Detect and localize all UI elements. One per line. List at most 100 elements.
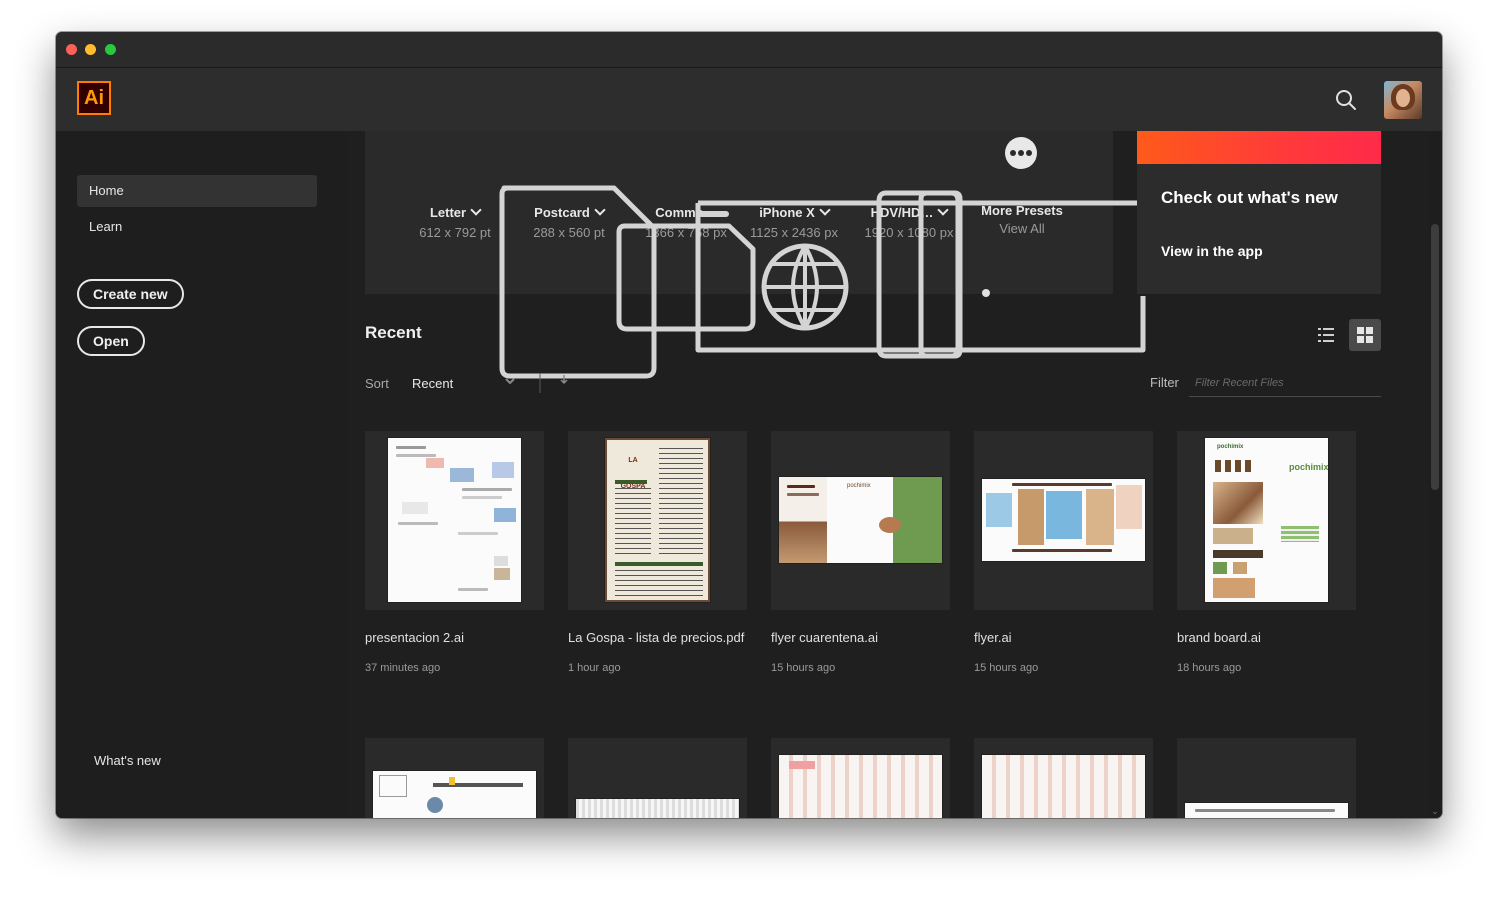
- dot: [1010, 150, 1016, 156]
- thumbnail-page: [388, 438, 521, 602]
- preset-iphone-x[interactable]: iPhone X 1125 x 2436 px: [749, 204, 839, 240]
- preset-common[interactable]: Commo… 1366 x 768 px: [641, 205, 731, 240]
- file-thumbnail: [1177, 738, 1356, 818]
- sidebar-item-home[interactable]: Home: [77, 175, 317, 207]
- preset-size: 1125 x 2436 px: [750, 225, 838, 240]
- window-titlebar: [56, 32, 1442, 68]
- file-name: brand board.ai: [1177, 630, 1261, 645]
- open-button[interactable]: Open: [77, 326, 145, 356]
- file-thumbnail: [771, 738, 950, 818]
- grid-view-icon[interactable]: [1349, 319, 1381, 351]
- dot: [1018, 150, 1024, 156]
- thumbnail-page: LA GOSPA: [605, 438, 710, 602]
- file-time: 15 hours ago: [974, 662, 1039, 674]
- user-avatar[interactable]: [1384, 81, 1422, 119]
- file-name: flyer.ai: [974, 630, 1012, 645]
- dot: [1026, 150, 1032, 156]
- recent-file-card[interactable]: [568, 738, 747, 818]
- sort-label: Sort: [365, 376, 389, 391]
- sort-controls[interactable]: [504, 371, 574, 395]
- illustrator-logo: Ai: [77, 81, 111, 115]
- file-thumbnail: [365, 738, 544, 818]
- sidebar: Home Learn Create new Open What's new: [56, 131, 346, 818]
- more-dots-icon[interactable]: [1005, 137, 1037, 169]
- file-name: presentacion 2.ai: [365, 630, 465, 645]
- file-thumbnail: [365, 431, 544, 610]
- chevron-down-icon: [470, 204, 482, 216]
- file-time: 18 hours ago: [1177, 662, 1242, 674]
- brand-text: pochimix: [1217, 444, 1244, 450]
- chevron-down-icon: [594, 204, 606, 216]
- recent-file-card[interactable]: [1177, 738, 1356, 818]
- file-time: 37 minutes ago: [365, 662, 441, 674]
- sort-direction-icon: [560, 375, 568, 385]
- thumbnail-page: [982, 479, 1145, 561]
- preset-hdv-hd[interactable]: HDV/HD… 1920 x 1080 px: [861, 204, 957, 240]
- recent-heading: Recent: [365, 323, 422, 342]
- create-new-button[interactable]: Create new: [77, 279, 184, 309]
- thumbnail-page: [1185, 803, 1348, 818]
- thumbnail-page: [982, 755, 1145, 818]
- minimize-window-button[interactable]: [85, 44, 96, 55]
- preset-name: iPhone X: [759, 205, 815, 220]
- file-thumbnail: [974, 738, 1153, 818]
- scroll-down-icon[interactable]: ⌄: [1430, 806, 1440, 816]
- whats-new-link[interactable]: What's new: [94, 753, 161, 768]
- search-icon[interactable]: [1334, 88, 1358, 112]
- preset-name: Postcard: [534, 205, 590, 220]
- promo-card: Check out what's new View in the app: [1137, 131, 1381, 294]
- chevron-down-icon: [819, 204, 831, 216]
- file-thumbnail: [974, 431, 1153, 610]
- file-thumbnail: [568, 738, 747, 818]
- sort-dropdown[interactable]: Recent: [412, 376, 453, 391]
- recent-file-card[interactable]: [974, 738, 1153, 818]
- thumbnail-page: [576, 799, 739, 818]
- brand-text: pochimix: [1289, 462, 1328, 472]
- more-presets-title: More Presets: [981, 203, 1063, 218]
- file-thumbnail: pochimix: [771, 431, 950, 610]
- carousel-dot[interactable]: [982, 289, 990, 297]
- vertical-scrollbar[interactable]: ⌄: [1428, 131, 1442, 818]
- scrollbar-thumb[interactable]: [1431, 224, 1439, 490]
- list-view-icon[interactable]: [1312, 321, 1340, 349]
- menu-logo: LA GOSPA: [620, 457, 646, 490]
- view-in-app-link[interactable]: View in the app: [1161, 243, 1263, 259]
- brand-text: pochimix: [847, 483, 871, 489]
- view-all-link[interactable]: View All: [977, 221, 1067, 236]
- filter-input[interactable]: [1189, 369, 1381, 397]
- recent-file-card[interactable]: [771, 738, 950, 818]
- avatar-face: [1396, 89, 1410, 107]
- sidebar-item-learn[interactable]: Learn: [77, 211, 317, 243]
- filter-label: Filter: [1150, 375, 1179, 390]
- preset-size: 1366 x 768 px: [645, 225, 727, 240]
- preset-postcard[interactable]: Postcard 288 x 560 pt: [531, 204, 607, 240]
- app-header: Ai: [56, 68, 1442, 131]
- more-presets[interactable]: More Presets View All: [977, 203, 1067, 236]
- presets-panel: Letter 612 x 792 pt Postcard 288 x 560 p…: [365, 131, 1113, 294]
- preset-name: HDV/HD…: [870, 205, 934, 220]
- preset-name: Commo…: [655, 205, 717, 220]
- thumbnail-page: pochimix pochimix: [1205, 438, 1328, 602]
- file-name: La Gospa - lista de precios.pdf: [568, 630, 745, 645]
- promo-title: Check out what's new: [1161, 188, 1338, 207]
- chevron-down-icon: [937, 204, 950, 216]
- main-content: Letter 612 x 792 pt Postcard 288 x 560 p…: [346, 131, 1426, 818]
- zoom-window-button[interactable]: [105, 44, 116, 55]
- preset-name: Letter: [429, 205, 467, 220]
- close-window-button[interactable]: [66, 44, 77, 55]
- file-thumbnail: LA GOSPA: [568, 431, 747, 610]
- recent-file-card[interactable]: [365, 738, 544, 818]
- preset-letter[interactable]: Letter 612 x 792 pt: [417, 204, 493, 240]
- preset-size: 1920 x 1080 px: [864, 225, 954, 240]
- thumbnail-page: [373, 771, 536, 818]
- thumbnail-page: pochimix: [779, 477, 942, 563]
- preset-size: 612 x 792 pt: [419, 225, 491, 240]
- app-window: Ai Home Learn Create new Open What's new…: [56, 32, 1442, 818]
- file-thumbnail: pochimix pochimix: [1177, 431, 1356, 610]
- promo-banner: [1137, 131, 1381, 164]
- chevron-down-icon: [505, 378, 515, 385]
- file-time: 15 hours ago: [771, 662, 836, 674]
- thumbnail-page: [779, 755, 942, 818]
- preset-size: 288 x 560 pt: [533, 225, 605, 240]
- file-time: 1 hour ago: [568, 662, 621, 674]
